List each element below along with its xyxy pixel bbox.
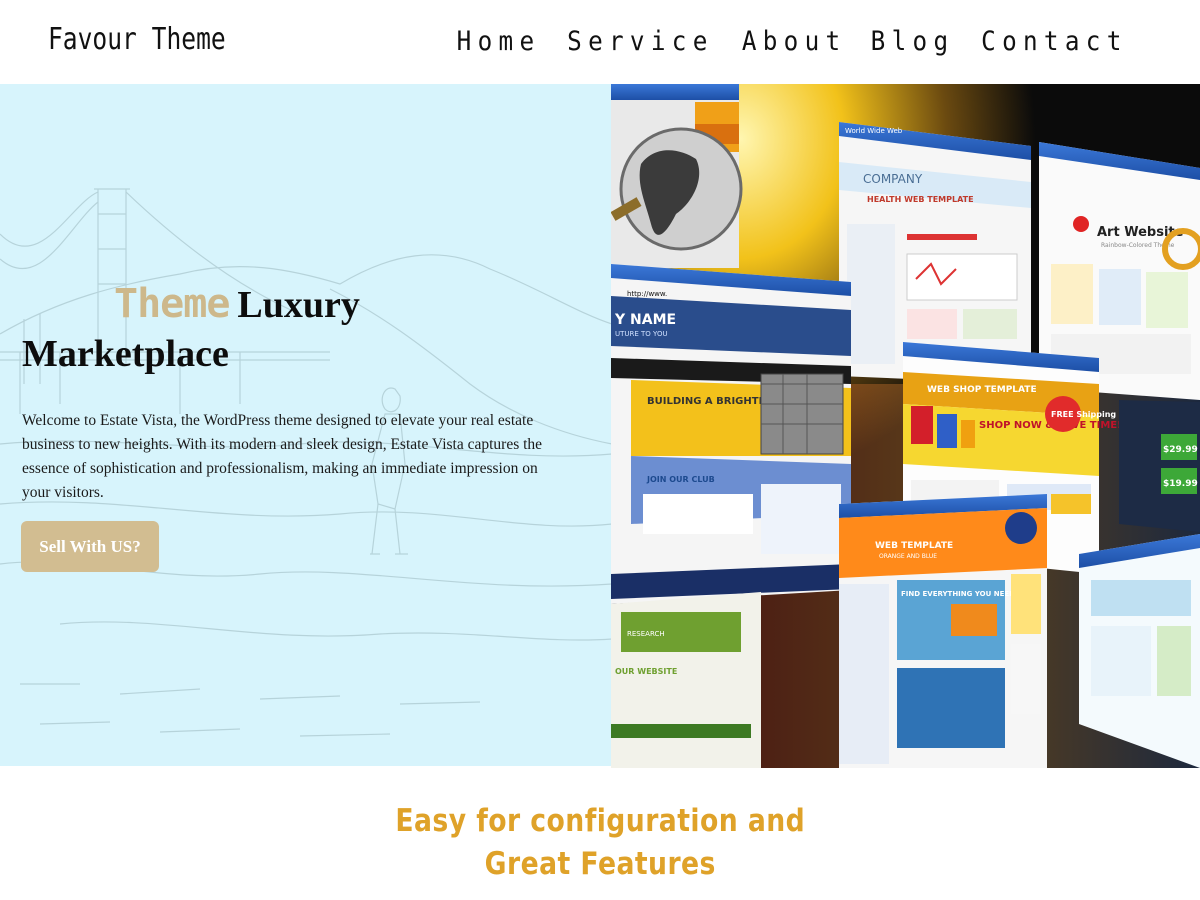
- sell-with-us-button[interactable]: Sell With US?: [21, 521, 159, 572]
- svg-text:FREE Shipping: FREE Shipping: [1051, 410, 1116, 419]
- features-heading-line1: Easy for configuration and: [395, 803, 805, 839]
- nav-contact[interactable]: Contact: [981, 26, 1128, 57]
- features-heading: Easy for configuration and Great Feature…: [395, 800, 805, 886]
- headline-accent: Theme: [114, 281, 230, 327]
- svg-text:http://www.: http://www.: [627, 290, 667, 298]
- svg-text:World Wide Web: World Wide Web: [845, 127, 903, 135]
- hero-description: Welcome to Estate Vista, the WordPress t…: [22, 412, 543, 501]
- nav-home[interactable]: Home: [457, 26, 541, 57]
- green-website-window: RESEARCH OUR WEBSITE: [611, 592, 761, 768]
- nav-about[interactable]: About: [742, 26, 847, 57]
- svg-text:WEB TEMPLATE: WEB TEMPLATE: [875, 541, 953, 551]
- svg-text:JOIN OUR CLUB: JOIN OUR CLUB: [646, 475, 715, 484]
- collage-illustration: World Wide Web COMPANY HEALTH WEB TEMPLA…: [611, 84, 1200, 768]
- orange-blue-template-window: WEB TEMPLATE ORANGE AND BLUE FIND EVERYT…: [839, 494, 1047, 768]
- svg-text:$29.99: $29.99: [1163, 445, 1198, 455]
- svg-text:UTURE TO YOU: UTURE TO YOU: [615, 330, 668, 338]
- svg-text:COMPANY: COMPANY: [863, 172, 923, 186]
- svg-text:ORANGE AND BLUE: ORANGE AND BLUE: [879, 553, 937, 560]
- features-heading-line2: Great Features: [484, 846, 716, 882]
- hero-text-panel: Theme Luxury Marketplace Welcome to Esta…: [0, 84, 612, 766]
- website-collage-image: World Wide Web COMPANY HEALTH WEB TEMPLA…: [611, 84, 1200, 768]
- nav-blog[interactable]: Blog: [871, 26, 955, 57]
- svg-text:$19.99: $19.99: [1163, 479, 1198, 489]
- globe-window: [611, 84, 743, 268]
- svg-text:RESEARCH: RESEARCH: [627, 630, 665, 638]
- svg-text:WEB SHOP TEMPLATE: WEB SHOP TEMPLATE: [927, 385, 1037, 395]
- features-section: Easy for configuration and Great Feature…: [0, 800, 1200, 886]
- pricing-window: $29.99 $19.99: [1119, 400, 1200, 532]
- svg-text:HEALTH WEB TEMPLATE: HEALTH WEB TEMPLATE: [867, 195, 974, 204]
- site-header: Favour Theme Home Service About Blog Con…: [0, 0, 1200, 84]
- hero-section: Theme Luxury Marketplace Welcome to Esta…: [0, 84, 1200, 768]
- hero-headline: Theme Luxury Marketplace: [22, 280, 562, 379]
- svg-text:FIND EVERYTHING YOU NEED!: FIND EVERYTHING YOU NEED!: [901, 590, 1018, 598]
- main-nav: Home Service About Blog Contact: [438, 26, 1136, 57]
- svg-text:OUR WEBSITE: OUR WEBSITE: [615, 667, 677, 676]
- nav-service[interactable]: Service: [567, 26, 714, 57]
- svg-text:Y NAME: Y NAME: [614, 312, 676, 328]
- site-logo[interactable]: Favour Theme: [48, 22, 226, 57]
- building-future-window: http://www. Y NAME UTURE TO YOU BUILDING…: [611, 264, 851, 604]
